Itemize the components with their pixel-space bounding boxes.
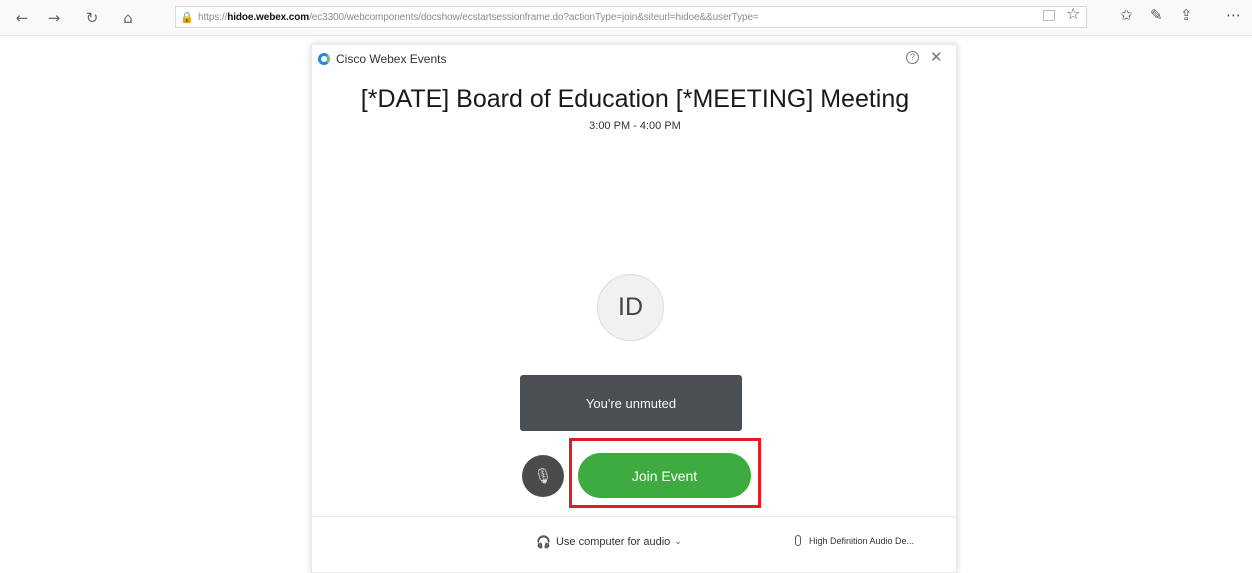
favorite-star-icon[interactable]: ☆	[1066, 4, 1080, 23]
webex-join-panel: Cisco Webex Events ? ✕ [*DATE] Board of …	[311, 44, 958, 573]
app-name: Cisco Webex Events	[336, 52, 447, 66]
share-icon[interactable]: ⇪	[1180, 6, 1193, 24]
microphone-icon: 🎙	[533, 467, 553, 485]
address-bar[interactable]: 🔒 https://hidoe.webex.com/ec3300/webcomp…	[175, 6, 1087, 28]
back-icon[interactable]: ←	[12, 8, 32, 28]
audio-option-label: Use computer for audio	[555, 536, 671, 548]
audio-device-label: High Definition Audio De...	[809, 535, 915, 546]
pen-icon[interactable]: ✎	[1150, 6, 1163, 24]
favorites-icon[interactable]: ✩	[1120, 6, 1133, 24]
footer-divider	[312, 516, 958, 517]
help-icon[interactable]: ?	[906, 51, 919, 64]
url-path: /ec3300/webcomponents/docshow/ecstartses…	[309, 11, 759, 23]
reading-view-icon[interactable]	[1043, 10, 1055, 21]
unmuted-toast: You're unmuted	[520, 375, 742, 431]
mute-button[interactable]: 🎙	[522, 455, 564, 497]
refresh-icon[interactable]: ↻	[82, 8, 102, 28]
more-icon[interactable]: ⋯	[1226, 6, 1241, 24]
avatar: ID	[597, 274, 664, 341]
meeting-title: [*DATE] Board of Education [*MEETING] Me…	[360, 85, 910, 113]
home-icon[interactable]: ⌂	[118, 8, 138, 28]
url-text[interactable]: https://hidoe.webex.com/ec3300/webcompon…	[198, 12, 1038, 23]
headset-icon: 🎧	[536, 535, 551, 549]
join-event-button[interactable]: Join Event	[578, 453, 751, 498]
panel-header: Cisco Webex Events	[318, 50, 447, 68]
chevron-down-icon: ⌄	[674, 537, 682, 547]
microphone-device-icon	[795, 535, 801, 546]
close-icon[interactable]: ✕	[930, 48, 943, 66]
url-host: hidoe.webex.com	[227, 11, 310, 23]
browser-toolbar: ← → ↻ ⌂ 🔒 https://hidoe.webex.com/ec3300…	[0, 0, 1252, 36]
forward-icon[interactable]: →	[44, 8, 64, 28]
audio-connection-dropdown[interactable]: 🎧 Use computer for audio ⌄	[536, 535, 682, 549]
audio-device-select[interactable]: High Definition Audio De...	[795, 535, 914, 546]
webex-logo-icon	[318, 53, 330, 65]
url-prefix: https://	[198, 11, 228, 23]
lock-icon: 🔒	[180, 10, 194, 24]
meeting-time: 3:00 PM - 4:00 PM	[589, 120, 681, 132]
